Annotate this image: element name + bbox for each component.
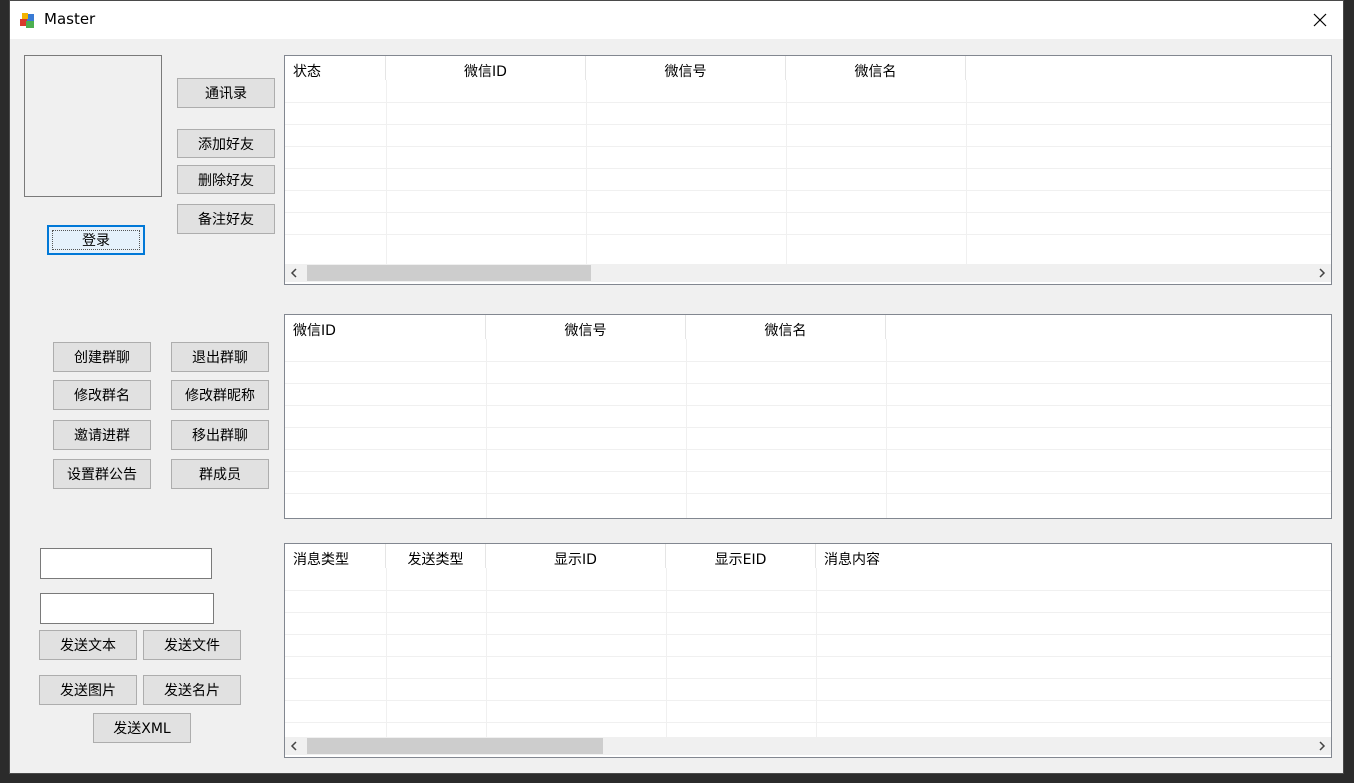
column-header-wechat-number[interactable]: 微信号: [586, 56, 786, 80]
group-members-button[interactable]: 群成员: [171, 459, 269, 489]
contacts-button[interactable]: 通讯录: [177, 78, 275, 108]
column-header-wechat-number[interactable]: 微信号: [486, 315, 686, 339]
column-header-wechat-id[interactable]: 微信ID: [386, 56, 586, 80]
send-image-button[interactable]: 发送图片: [39, 675, 137, 705]
column-header-display-eid[interactable]: 显示EID: [666, 544, 816, 568]
messages-list-view[interactable]: 消息类型 发送类型 显示ID 显示EID 消息内容: [284, 543, 1332, 758]
main-window: Master 通讯录 添加好友 删除好友 备注好友 登录 创建群聊 退出群聊 修…: [9, 0, 1344, 774]
remark-friend-button[interactable]: 备注好友: [177, 204, 275, 234]
column-header-send-type[interactable]: 发送类型: [386, 544, 486, 568]
app-icon: [18, 10, 38, 30]
column-header-wechat-name[interactable]: 微信名: [686, 315, 886, 339]
groups-table-header: 微信ID 微信号 微信名: [285, 315, 1331, 339]
avatar-picture-box: [24, 55, 162, 197]
column-header-status[interactable]: 状态: [285, 56, 386, 80]
quit-group-button[interactable]: 退出群聊: [171, 342, 269, 372]
scroll-right-icon[interactable]: [1313, 737, 1331, 755]
window-title: Master: [44, 10, 96, 28]
column-header-wechat-id[interactable]: 微信ID: [285, 315, 486, 339]
create-group-button[interactable]: 创建群聊: [53, 342, 151, 372]
column-header-message-type[interactable]: 消息类型: [285, 544, 386, 568]
invite-to-group-button[interactable]: 邀请进群: [53, 420, 151, 450]
scroll-left-icon[interactable]: [285, 737, 303, 755]
set-group-notice-button[interactable]: 设置群公告: [53, 459, 151, 489]
scroll-right-icon[interactable]: [1313, 264, 1331, 282]
column-header-message-content[interactable]: 消息内容: [816, 544, 1016, 568]
add-friend-button[interactable]: 添加好友: [177, 129, 275, 158]
scrollbar-thumb[interactable]: [307, 738, 603, 754]
groups-list-view[interactable]: 微信ID 微信号 微信名: [284, 314, 1332, 519]
messages-table-header: 消息类型 发送类型 显示ID 显示EID 消息内容: [285, 544, 1331, 568]
column-header-display-id[interactable]: 显示ID: [486, 544, 666, 568]
messages-horizontal-scrollbar[interactable]: [285, 737, 1331, 755]
message-target-input[interactable]: [40, 548, 212, 579]
scrollbar-thumb[interactable]: [307, 265, 591, 281]
contacts-list-view[interactable]: 状态 微信ID 微信号 微信名: [284, 55, 1332, 285]
contacts-horizontal-scrollbar[interactable]: [285, 264, 1331, 282]
login-button-label: 登录: [52, 230, 140, 250]
send-text-button[interactable]: 发送文本: [39, 630, 137, 660]
edit-group-nickname-button[interactable]: 修改群昵称: [171, 380, 269, 410]
login-button[interactable]: 登录: [47, 225, 145, 255]
title-bar: Master: [10, 1, 1343, 39]
contacts-table-header: 状态 微信ID 微信号 微信名: [285, 56, 1331, 80]
rename-group-button[interactable]: 修改群名: [53, 380, 151, 410]
message-content-input[interactable]: [40, 593, 214, 624]
close-icon: [1313, 13, 1327, 27]
column-header-wechat-name[interactable]: 微信名: [786, 56, 966, 80]
scroll-left-icon[interactable]: [285, 264, 303, 282]
close-button[interactable]: [1297, 1, 1343, 39]
send-file-button[interactable]: 发送文件: [143, 630, 241, 660]
send-xml-button[interactable]: 发送XML: [93, 713, 191, 743]
send-card-button[interactable]: 发送名片: [143, 675, 241, 705]
remove-from-group-button[interactable]: 移出群聊: [171, 420, 269, 450]
delete-friend-button[interactable]: 删除好友: [177, 165, 275, 194]
